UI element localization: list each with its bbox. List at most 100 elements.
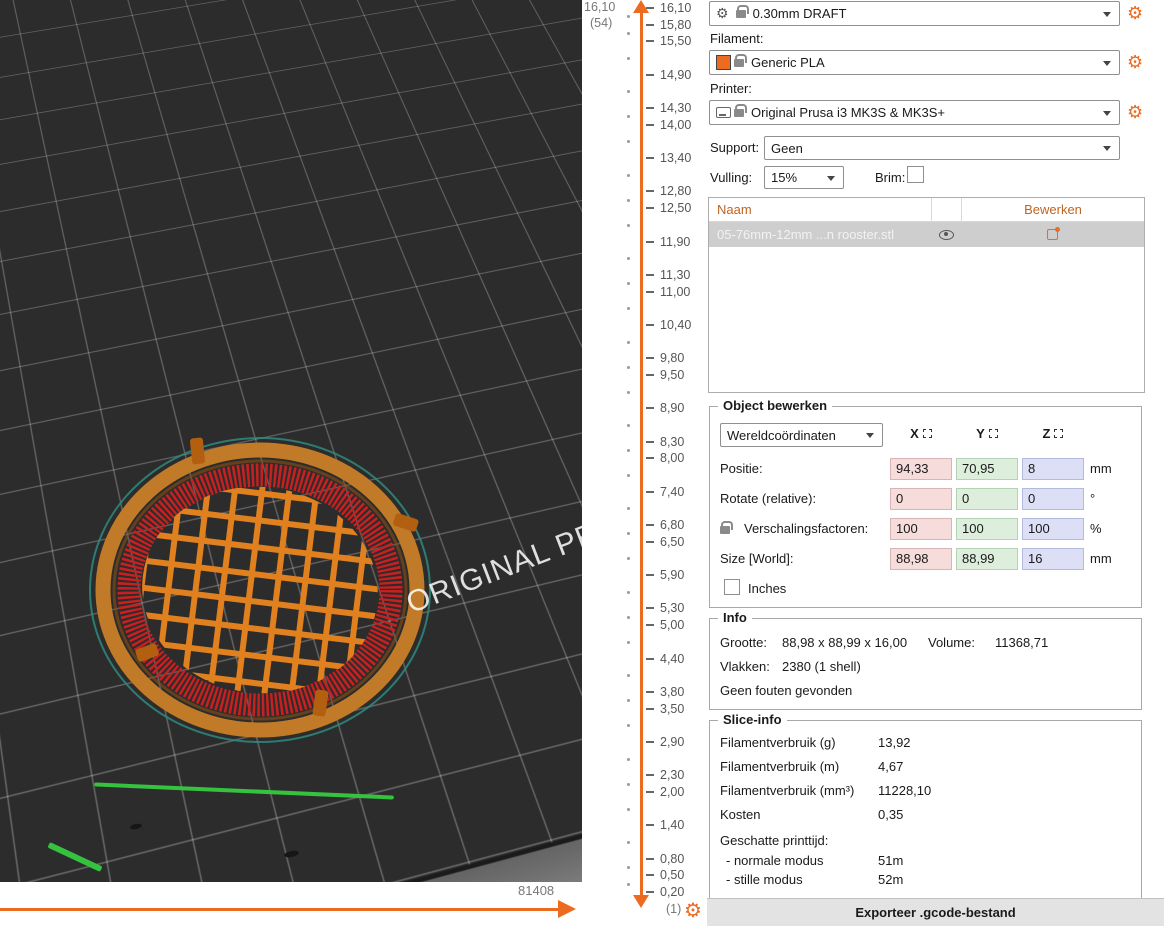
minor-tick [627,32,630,35]
axis-frame-icon[interactable] [923,429,932,438]
right-panel: ⚙ 0.30mm DRAFT ⚙ Filament: Generic PLA ⚙… [707,0,1164,926]
slice-info-label: Geschatte printtijd: [720,833,828,848]
slice-info-value: 11228,10 [878,783,931,798]
tick-mark [646,7,654,9]
slice-info-value: 52m [878,872,903,887]
rotation-y-input[interactable]: 0 [956,488,1018,510]
lock-icon [734,109,744,117]
minor-tick [627,57,630,60]
axis-frame-icon[interactable] [989,429,998,438]
layer-height-label: 6,50 [660,535,684,549]
tick-mark [646,874,654,876]
coordinate-system-value: Wereldcoördinaten [727,428,836,443]
layer-height-label: 8,00 [660,451,684,465]
layer-tick: 14,30 [646,100,691,116]
inches-checkbox[interactable] [724,579,740,595]
layer-height-label: 16,10 [660,1,691,15]
slice-info-value: 4,67 [878,759,903,774]
uniform-scale-lock-icon[interactable] [720,526,730,534]
rotation-x-input[interactable]: 0 [890,488,952,510]
layer-slider-settings-gear-icon[interactable]: ⚙ [684,898,702,923]
minor-tick [627,90,630,93]
print-profile-select[interactable]: ⚙ 0.30mm DRAFT [709,1,1120,26]
brim-checkbox[interactable] [907,166,924,183]
layer-tick: 7,40 [646,484,684,500]
rotation-z-input[interactable]: 0 [1022,488,1084,510]
layer-tick: 0,80 [646,851,684,867]
layer-slider-track[interactable] [640,12,643,896]
print-settings-gear-button[interactable]: ⚙ [1127,4,1143,22]
brim-label: Brim: [875,170,905,185]
layer-height-label: 11,00 [660,285,690,299]
export-gcode-button[interactable]: Exporteer .gcode-bestand [707,898,1164,926]
layer-height-label: 0,80 [660,852,684,866]
layer-height-label: 14,30 [660,101,691,115]
size-value: 88,98 x 88,99 x 16,00 [782,635,907,650]
layer-slider-column: 16,10 (54) 16,1015,8015,5014,9014,3014,0… [582,0,707,926]
layer-height-label: 2,30 [660,768,684,782]
volume-label: Volume: [928,635,975,650]
size-x-input[interactable]: 88,98 [890,548,952,570]
scale-x-input[interactable]: 100 [890,518,952,540]
tick-mark [646,891,654,893]
tick-mark [646,324,654,326]
unit-label: ° [1090,487,1095,511]
axis-frame-icon[interactable] [1054,429,1063,438]
tick-mark [646,190,654,192]
minor-tick [627,758,630,761]
layer-height-label: 5,90 [660,568,684,582]
slice-info-label: Kosten [720,807,760,822]
position-y-input[interactable]: 70,95 [956,458,1018,480]
size-y-input[interactable]: 88,99 [956,548,1018,570]
column-header-visibility [931,198,961,221]
tick-mark [646,40,654,42]
scale-z-input[interactable]: 100 [1022,518,1084,540]
position-x-input[interactable]: 94,33 [890,458,952,480]
layer-tick: 9,80 [646,350,684,366]
position-label: Positie: [720,457,763,481]
sliced-object-preview[interactable] [88,432,440,752]
printer-select[interactable]: Original Prusa i3 MK3S & MK3S+ [709,100,1120,125]
eye-icon[interactable] [939,230,954,240]
layer-tick: 12,80 [646,183,691,199]
axis-letter: Z [1043,426,1051,441]
filament-settings-gear-button[interactable]: ⚙ [1127,53,1143,71]
support-label: Support: [710,140,759,155]
minor-tick [627,591,630,594]
3d-viewport[interactable]: ORIGINAL PRUSA [0,0,582,882]
printer-value: Original Prusa i3 MK3S & MK3S+ [751,105,945,120]
layer-tick: 12,50 [646,200,691,216]
tick-mark [646,241,654,243]
size-label: Size [World]: [720,547,793,571]
layer-tick: 11,30 [646,267,690,283]
tick-mark [646,374,654,376]
infill-select[interactable]: 15% [764,166,844,189]
minor-tick [627,224,630,227]
layer-tick: 0,20 [646,884,684,900]
object-list-row[interactable]: 05-76mm-12mm ...n rooster.stl [709,222,1144,247]
support-select[interactable]: Geen [764,136,1120,160]
layer-height-label: 3,80 [660,685,684,699]
layer-height-label: 15,50 [660,34,691,48]
lock-icon [734,59,744,67]
tick-mark [646,441,654,443]
horizontal-move-slider[interactable] [0,908,560,911]
position-z-input[interactable]: 8 [1022,458,1084,480]
horizontal-slider-arrow-icon[interactable] [558,900,576,918]
layer-height-label: 9,80 [660,351,684,365]
layer-tick: 8,30 [646,434,684,450]
info-panel: Info Grootte: 88,98 x 88,99 x 16,00 Volu… [709,618,1142,710]
edit-object-icon[interactable] [1047,229,1058,240]
tick-mark [646,541,654,543]
size-z-input[interactable]: 16 [1022,548,1084,570]
printer-icon [716,107,731,118]
minor-tick [627,841,630,844]
layer-height-label: 15,80 [660,18,691,32]
filament-select[interactable]: Generic PLA [709,50,1120,75]
layer-tick: 3,80 [646,684,684,700]
printer-settings-gear-button[interactable]: ⚙ [1127,103,1143,121]
object-name: 05-76mm-12mm ...n rooster.stl [709,227,931,242]
minor-tick [627,866,630,869]
coordinate-system-select[interactable]: Wereldcoördinaten [720,423,883,447]
scale-y-input[interactable]: 100 [956,518,1018,540]
